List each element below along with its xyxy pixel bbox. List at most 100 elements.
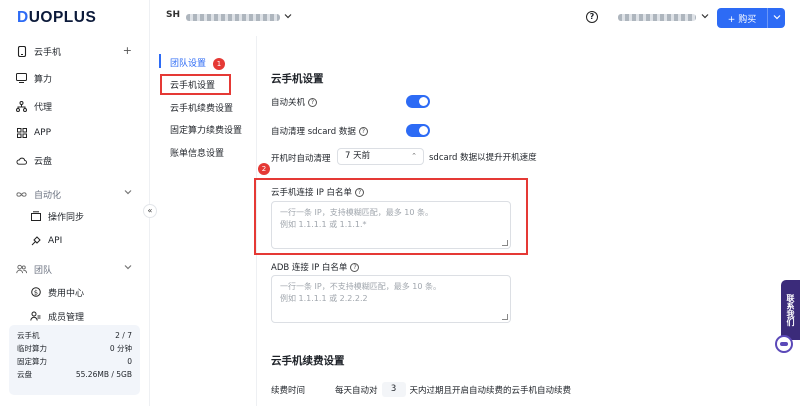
subnav-cloud-phone-renew[interactable]: 云手机续费设置 [170, 101, 233, 114]
sidebar-item-label: 费用中心 [48, 288, 85, 299]
chevron-down-icon[interactable] [701, 12, 709, 22]
stat-label: 云手机 [17, 331, 40, 340]
network-icon [16, 100, 27, 112]
stat-label: 临时算力 [17, 344, 47, 353]
add-cloud-phone-button[interactable]: + [123, 44, 132, 57]
sidebar-item-operation-sync[interactable]: 操作同步 [0, 205, 150, 227]
adb-whitelist-textarea[interactable]: 一行一条 IP，不支持模糊匹配，最多 10 条。 例如 1.1.1.1 或 2.… [271, 275, 511, 323]
renew-time-row: 续费时间 每天自动对 3 天内过期且开启自动续费的云手机自动续费 [271, 382, 571, 397]
placeholder-line: 一行一条 IP，不支持模糊匹配，最多 10 条。 [280, 282, 441, 291]
renew-suffix: 天内过期且开启自动续费的云手机自动续费 [409, 385, 572, 396]
members-icon [30, 311, 41, 322]
sidebar-item-label: API [48, 236, 63, 246]
renew-time-label: 续费时间 [271, 385, 306, 396]
chevron-down-icon [124, 188, 132, 198]
renew-prefix: 每天自动对 [335, 385, 378, 396]
renew-section-title: 云手机续费设置 [271, 355, 345, 367]
sidebar-item-api[interactable]: API [0, 230, 150, 252]
stat-value: 0 分钟 [109, 344, 132, 353]
renew-days-input[interactable]: 3 [381, 382, 406, 397]
subnav-billing-info[interactable]: 账单信息设置 [170, 146, 224, 159]
boot-clean-label: 开机时自动清理 [271, 154, 331, 164]
auto-clean-toggle[interactable] [406, 124, 430, 137]
infinity-icon [16, 189, 27, 200]
question-icon[interactable]: ? [308, 97, 318, 107]
stat-row: 云盘 55.26MB / 5GB [17, 368, 132, 381]
sidebar-item-label: 成员管理 [48, 312, 85, 323]
stat-value: 2 / 7 [115, 331, 132, 340]
sidebar-item-compute[interactable]: 算力 [0, 67, 150, 89]
row-label-text: 自动关机 [271, 98, 306, 108]
phone-icon [16, 45, 27, 57]
placeholder-line: 例如 1.1.1.1 或 2.2.2.2 [280, 294, 368, 303]
chevron-down-icon[interactable] [284, 12, 292, 22]
sidebar-item-label: 云手机 [34, 47, 62, 58]
sidebar-item-label: 算力 [34, 74, 53, 85]
chat-icon[interactable] [775, 335, 793, 353]
section-title: 云手机设置 [271, 73, 324, 85]
sidebar-item-cloud-disk[interactable]: 云盘 [0, 149, 150, 171]
boot-clean-select[interactable]: 7 天前 ⌃ [337, 148, 424, 165]
stat-value: 0 [127, 357, 132, 366]
stat-label: 云盘 [17, 370, 32, 379]
active-indicator [159, 54, 161, 68]
top-bar: SH ? + 购买 [150, 0, 800, 36]
buy-button-label: + 购买 [727, 14, 757, 25]
sidebar-item-label: 云盘 [34, 156, 53, 167]
auto-shutdown-label: 自动关机? [271, 96, 318, 108]
cloud-icon [16, 155, 27, 166]
chevron-updown-icon: ⌃ [411, 152, 417, 160]
sync-icon [30, 211, 41, 222]
subnav-team-settings[interactable]: 团队设置 [170, 56, 206, 69]
annotation-badge-2: 2 [258, 163, 270, 175]
collapse-sidebar-button[interactable]: « [143, 204, 157, 218]
sidebar-group-team[interactable]: 团队 [0, 258, 150, 280]
select-value: 7 天前 [345, 151, 371, 161]
sidebar-group-automation[interactable]: 自动化 [0, 183, 150, 205]
auto-clean-label: 自动清理 sdcard 数据? [271, 125, 368, 137]
stat-row: 临时算力 0 分钟 [17, 342, 132, 355]
sidebar-item-members[interactable]: 成员管理 [0, 305, 150, 327]
usage-stats-panel: 云手机 2 / 7 临时算力 0 分钟 固定算力 0 云盘 55.26MB / 5GB [9, 325, 140, 395]
team-avatar[interactable]: SH [166, 10, 180, 20]
sidebar-item-label: 操作同步 [48, 212, 85, 223]
sidebar-item-label: 团队 [34, 265, 53, 276]
stat-value: 55.26MB / 5GB [75, 370, 132, 379]
adb-whitelist-label: ADB 连接 IP 白名单? [271, 261, 360, 273]
dollar-icon: $ [30, 287, 41, 298]
subnav-fixed-compute-renew[interactable]: 固定算力续费设置 [170, 123, 242, 136]
sidebar-item-billing[interactable]: $ 费用中心 [0, 281, 150, 303]
question-icon[interactable]: ? [350, 262, 360, 272]
redacted-team-name[interactable] [186, 14, 280, 21]
question-icon[interactable]: ? [358, 126, 368, 136]
annotation-badge-1: 1 [213, 58, 225, 70]
stat-label: 固定算力 [17, 357, 47, 366]
api-icon [30, 236, 41, 247]
redacted-user-name[interactable] [618, 14, 696, 21]
sidebar-item-app[interactable]: APP [0, 122, 150, 144]
auto-shutdown-toggle[interactable] [406, 95, 430, 108]
monitor-icon [16, 73, 27, 84]
contact-us-tab[interactable]: 联系我们 [781, 280, 800, 340]
boot-clean-suffix: sdcard 数据以提升开机速度 [429, 153, 537, 163]
chevron-down-icon [124, 263, 132, 273]
chevron-down-icon[interactable] [768, 13, 785, 23]
resize-handle[interactable] [502, 314, 508, 320]
svg-text:$: $ [33, 288, 37, 296]
row-label-text: 自动清理 sdcard 数据 [271, 127, 356, 137]
buy-button[interactable]: + 购买 [717, 8, 785, 28]
sidebar-item-label: 自动化 [34, 190, 62, 201]
sidebar: DUOPLUS 云手机 + 算力 代理 APP 云盘 自动化 操作同步 API … [0, 0, 150, 406]
sidebar-item-cloud-phone[interactable]: 云手机 + [0, 40, 150, 62]
duoplus-logo[interactable]: DUOPLUS [17, 9, 96, 27]
stat-row: 云手机 2 / 7 [17, 329, 132, 342]
stat-row: 固定算力 0 [17, 355, 132, 368]
help-icon[interactable]: ? [586, 11, 598, 23]
highlight-box-ip-whitelist [254, 178, 528, 255]
grid-icon [16, 128, 27, 139]
row-label-text: ADB 连接 IP 白名单 [271, 263, 348, 273]
sidebar-item-label: 代理 [34, 102, 53, 113]
sidebar-item-proxy[interactable]: 代理 [0, 95, 150, 117]
team-icon [16, 264, 27, 275]
highlight-box-subnav [160, 74, 231, 95]
